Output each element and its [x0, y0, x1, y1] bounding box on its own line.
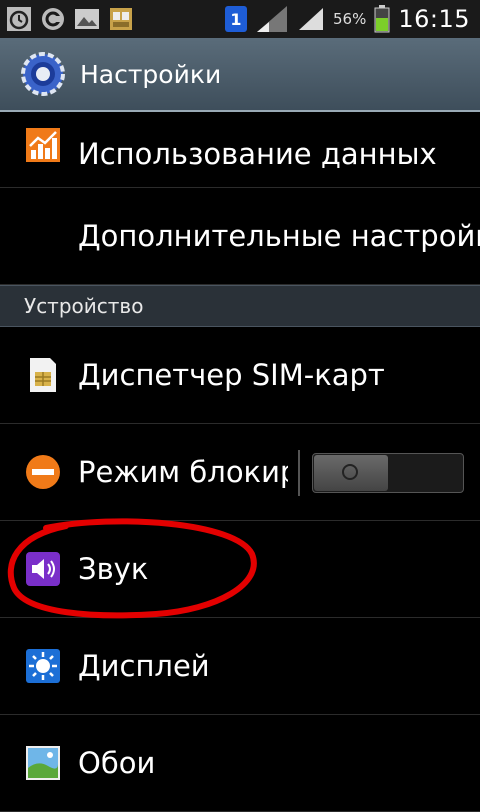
blocking-mode-toggle-wrap	[298, 450, 464, 496]
blocking-mode-toggle[interactable]	[312, 453, 464, 493]
battery-icon	[374, 5, 390, 33]
battery-percent: 56%	[332, 10, 367, 28]
sim-icon	[110, 8, 132, 30]
toggle-divider	[298, 450, 300, 496]
settings-item-label: Использование данных	[78, 137, 437, 171]
speaker-icon	[26, 552, 60, 586]
signal-icon	[256, 6, 287, 32]
settings-item-blocking-mode[interactable]: Режим блокировки	[0, 424, 480, 521]
settings-item-more-settings[interactable]: Дополнительные настройки	[0, 188, 480, 285]
data-usage-icon	[26, 128, 60, 162]
section-header-device: Устройство	[0, 285, 480, 327]
settings-item-label: Дополнительные настройки	[78, 219, 480, 253]
display-icon	[26, 649, 60, 683]
blocking-icon	[26, 455, 60, 489]
settings-item-data-usage[interactable]: Использование данных	[0, 112, 480, 188]
sim-card-icon	[30, 358, 56, 392]
settings-item-label: Обои	[78, 746, 156, 780]
page-title: Настройки	[80, 59, 222, 89]
action-bar: Настройки	[0, 38, 480, 112]
sync-icon	[42, 8, 64, 30]
settings-item-sim-manager[interactable]: Диспетчер SIM-карт	[0, 327, 480, 424]
settings-item-label: Дисплей	[78, 649, 210, 683]
wallpaper-icon	[26, 746, 60, 780]
settings-item-label: Звук	[78, 552, 149, 586]
settings-item-sound[interactable]: Звук	[0, 521, 480, 618]
settings-item-wallpaper[interactable]: Обои	[0, 715, 480, 812]
settings-item-label: Диспетчер SIM-карт	[78, 358, 385, 392]
settings-list: Использование данных Дополнительные наст…	[0, 112, 480, 812]
signal-strength-icon	[298, 8, 323, 30]
settings-item-label: Режим блокировки	[78, 455, 288, 489]
settings-gear-icon[interactable]	[20, 51, 66, 97]
clock: 16:15	[398, 5, 470, 33]
alarm-icon	[7, 7, 31, 31]
status-bar: 1 56% 16:15	[0, 0, 480, 38]
settings-item-display[interactable]: Дисплей	[0, 618, 480, 715]
sim-slot-badge: 1	[224, 6, 247, 32]
toggle-knob[interactable]	[314, 455, 388, 491]
section-header-label: Устройство	[24, 294, 144, 318]
gallery-icon	[75, 9, 99, 29]
